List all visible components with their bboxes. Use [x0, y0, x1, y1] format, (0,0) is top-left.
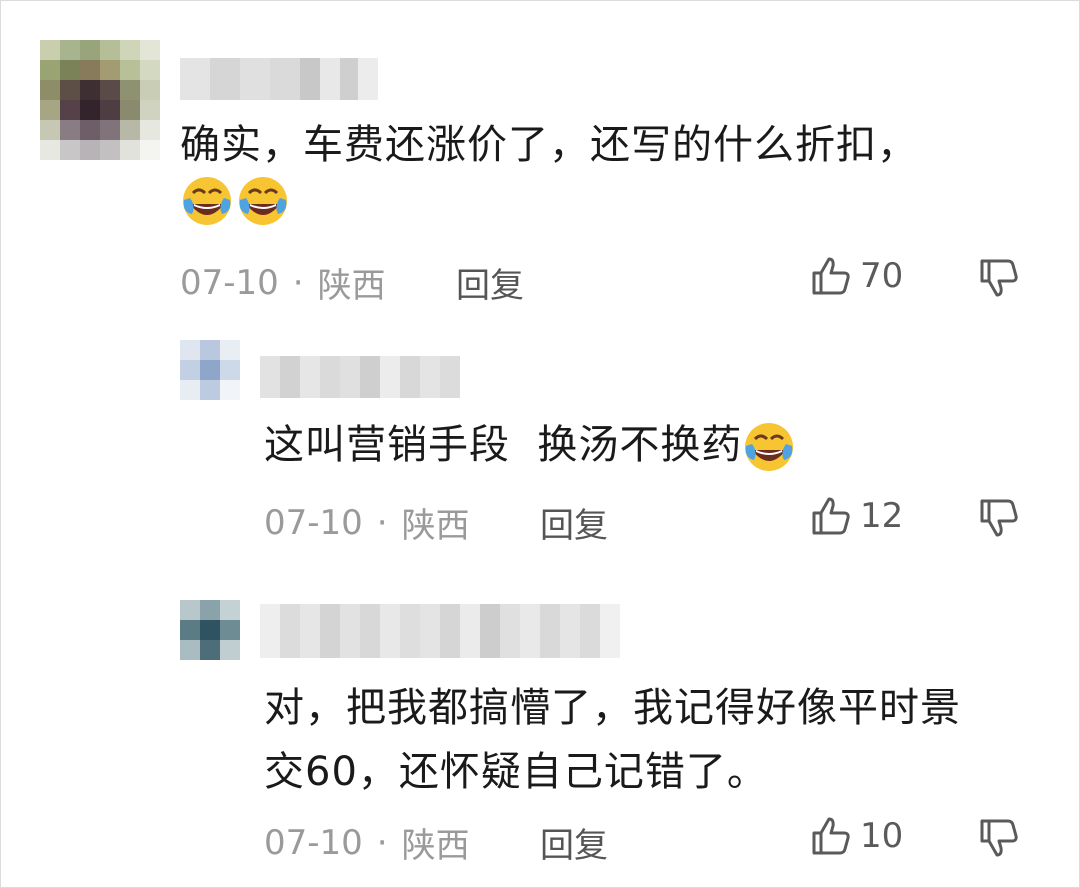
reply-button[interactable]: 回复 — [456, 258, 524, 307]
reply-button[interactable]: 回复 — [540, 818, 608, 867]
avatar[interactable] — [40, 40, 160, 160]
comment-location: 陕西 — [317, 266, 386, 306]
laughing-crying-icon — [180, 174, 234, 228]
comment-meta: 07-10 · 陕西 — [264, 818, 470, 867]
comment-text: 确实，车费还涨价了，还写的什么折扣， — [180, 118, 1040, 228]
comment-date: 07-10 — [264, 502, 363, 543]
thumbs-up-icon — [812, 817, 850, 855]
username-blurred[interactable] — [260, 356, 460, 398]
dislike-button[interactable] — [978, 496, 1022, 544]
avatar[interactable] — [180, 600, 240, 660]
thumbs-up-icon — [812, 497, 850, 535]
reply-button[interactable]: 回复 — [540, 498, 608, 547]
username-blurred[interactable] — [180, 58, 378, 100]
like-button[interactable]: 12 — [810, 494, 903, 538]
dislike-button[interactable] — [978, 816, 1022, 864]
dislike-button[interactable] — [978, 256, 1022, 304]
username-blurred[interactable] — [260, 604, 620, 658]
comment-location: 陕西 — [401, 506, 470, 546]
like-count: 10 — [860, 816, 904, 856]
comment-meta: 07-10 · 陕西 — [180, 258, 386, 307]
like-button[interactable]: 10 — [810, 814, 903, 858]
thumbs-down-icon — [980, 259, 1018, 297]
like-count: 12 — [860, 496, 904, 536]
laughing-crying-icon — [236, 174, 290, 228]
thumbs-up-icon — [812, 257, 850, 295]
comment-text: 这叫营销手段 换汤不换药 — [264, 418, 1044, 474]
comment-meta: 07-10 · 陕西 — [264, 498, 470, 547]
comment-location: 陕西 — [401, 826, 470, 866]
like-button[interactable]: 70 — [810, 254, 903, 298]
avatar[interactable] — [180, 340, 240, 400]
like-count: 70 — [860, 256, 904, 296]
thumbs-down-icon — [980, 499, 1018, 537]
comment-date: 07-10 — [180, 262, 279, 303]
comment-date: 07-10 — [264, 822, 363, 863]
thumbs-down-icon — [980, 819, 1018, 857]
comment-text: 对，把我都搞懵了，我记得好像平时景 交60，还怀疑自己记错了。 — [264, 685, 961, 795]
laughing-crying-icon — [742, 420, 796, 474]
